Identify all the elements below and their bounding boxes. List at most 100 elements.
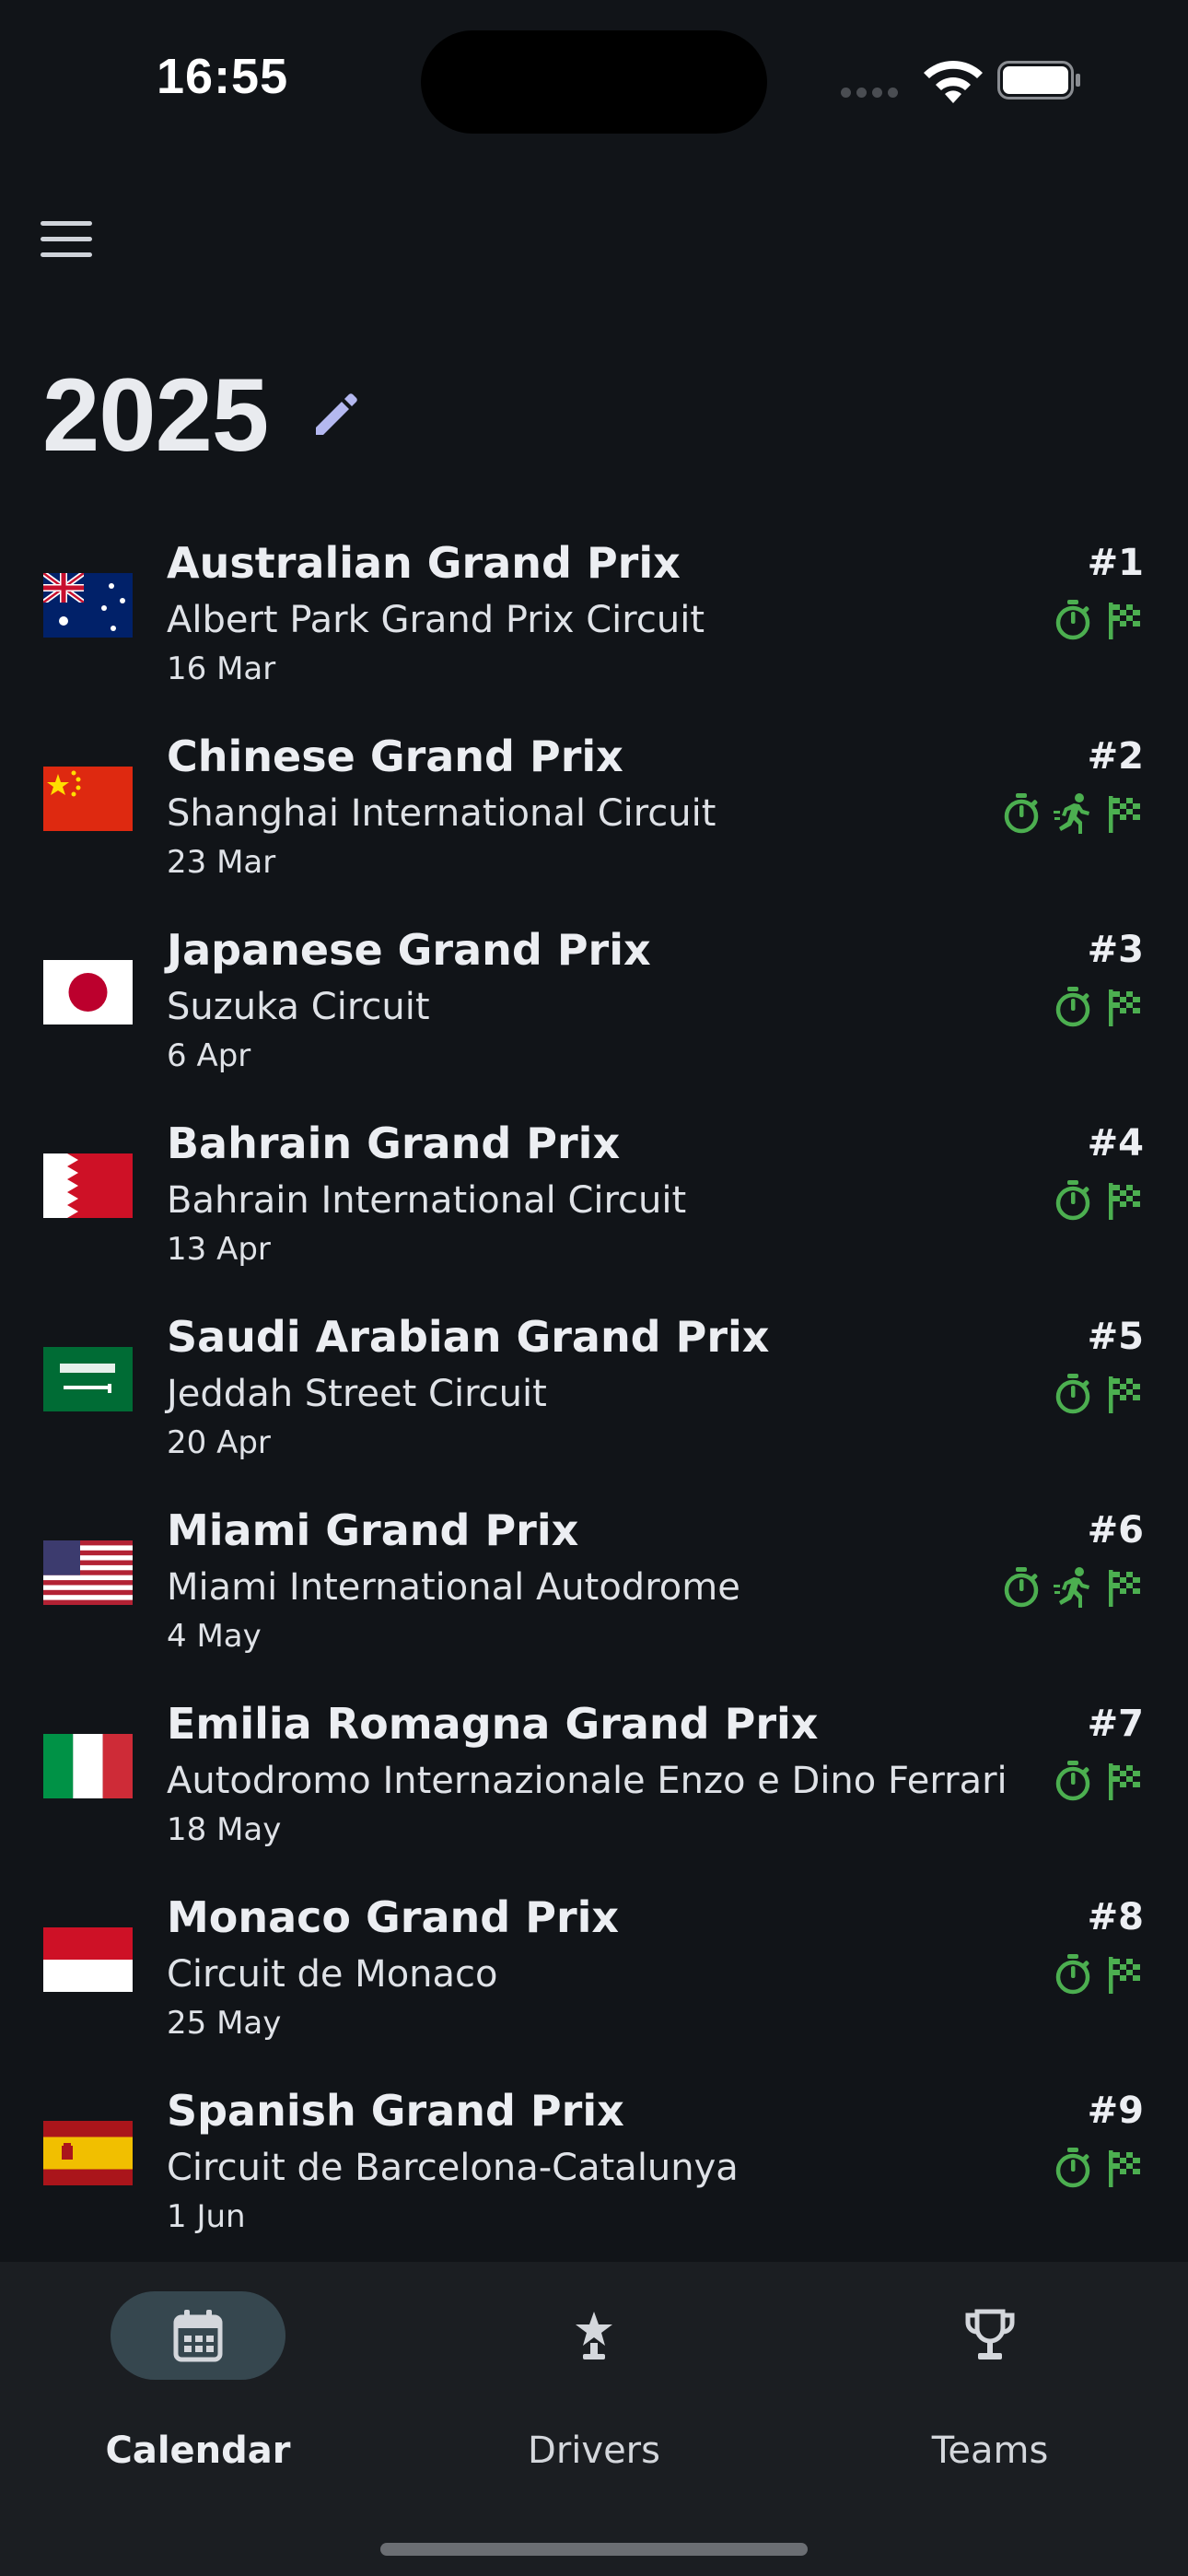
race-row[interactable]: Japanese Grand Prix Suzuka Circuit 6 Apr #3	[0, 912, 1188, 1106]
qualifying-stopwatch-icon	[1054, 986, 1092, 1032]
race-name: Miami Grand Prix	[167, 1505, 579, 1555]
race-flag-icon	[1105, 1373, 1144, 1419]
bahrain-flag-icon	[43, 1153, 133, 1218]
round-number: #4	[1087, 1122, 1144, 1165]
status-time: 16:55	[157, 49, 289, 104]
race-flag-icon	[1105, 1953, 1144, 1999]
race-date: 6 Apr	[167, 1037, 251, 1074]
session-icons	[1054, 1953, 1144, 1999]
qualifying-stopwatch-icon	[1054, 2147, 1092, 2193]
session-icons	[1054, 2147, 1144, 2193]
race-name: Monaco Grand Prix	[167, 1892, 620, 1942]
nav-teams[interactable]: Teams	[838, 2262, 1142, 2492]
trophy-icon	[965, 2309, 1015, 2359]
race-date: 13 Apr	[167, 1231, 271, 1268]
bottom-navigation: Calendar Drivers Teams	[0, 2262, 1188, 2576]
round-number: #5	[1087, 1316, 1144, 1358]
china-flag-icon	[43, 767, 133, 831]
battery-icon	[997, 61, 1080, 100]
race-date: 1 Jun	[167, 2198, 246, 2235]
calendar-icon	[173, 2310, 223, 2362]
round-number: #9	[1087, 2090, 1144, 2132]
round-number: #1	[1087, 542, 1144, 584]
race-name: Saudi Arabian Grand Prix	[167, 1312, 770, 1362]
race-row[interactable]: Australian Grand Prix Albert Park Grand P…	[0, 525, 1188, 719]
sprint-runner-icon	[1054, 1566, 1092, 1612]
race-flag-icon	[1105, 2147, 1144, 2193]
round-number: #2	[1087, 735, 1144, 778]
saudi-arabia-flag-icon	[43, 1347, 133, 1411]
italy-flag-icon	[43, 1734, 133, 1798]
driver-star-icon	[576, 2312, 612, 2359]
session-icons	[1054, 599, 1144, 645]
race-row[interactable]: Saudi Arabian Grand Prix Jeddah Street Ci…	[0, 1299, 1188, 1493]
circuit-name: Suzuka Circuit	[167, 986, 430, 1028]
session-icons	[1054, 1373, 1144, 1419]
race-row[interactable]: Emilia Romagna Grand Prix Autodromo Inter…	[0, 1686, 1188, 1879]
race-flag-icon	[1105, 599, 1144, 645]
wifi-icon	[924, 61, 983, 103]
race-date: 20 Apr	[167, 1424, 271, 1461]
round-number: #8	[1087, 1896, 1144, 1938]
cellular-signal-icon	[841, 84, 905, 98]
year-header: 2025	[42, 355, 364, 474]
circuit-name: Autodromo Internazionale Enzo e Dino Fer…	[167, 1760, 1007, 1802]
circuit-name: Bahrain International Circuit	[167, 1179, 687, 1222]
race-name: Spanish Grand Prix	[167, 2086, 624, 2136]
spain-flag-icon	[43, 2121, 133, 2185]
race-flag-icon	[1105, 792, 1144, 838]
qualifying-stopwatch-icon	[1054, 599, 1092, 645]
race-flag-icon	[1105, 1760, 1144, 1806]
session-icons	[1002, 792, 1144, 838]
circuit-name: Circuit de Barcelona-Catalunya	[167, 2147, 739, 2189]
round-number: #6	[1087, 1509, 1144, 1551]
sprint-runner-icon	[1054, 792, 1092, 838]
circuit-name: Circuit de Monaco	[167, 1953, 498, 1996]
race-name: Japanese Grand Prix	[167, 925, 651, 975]
session-icons	[1054, 986, 1144, 1032]
race-date: 16 Mar	[167, 650, 276, 687]
usa-flag-icon	[43, 1540, 133, 1605]
race-name: Bahrain Grand Prix	[167, 1118, 621, 1168]
race-row[interactable]: Chinese Grand Prix Shanghai International…	[0, 719, 1188, 912]
race-date: 23 Mar	[167, 844, 276, 881]
race-date: 25 May	[167, 2005, 282, 2042]
race-row[interactable]: Monaco Grand Prix Circuit de Monaco 25 May…	[0, 1879, 1188, 2073]
qualifying-stopwatch-icon	[1054, 1373, 1092, 1419]
qualifying-stopwatch-icon	[1054, 1953, 1092, 1999]
australia-flag-icon	[43, 573, 133, 638]
nav-calendar[interactable]: Calendar	[46, 2262, 350, 2492]
race-date: 18 May	[167, 1811, 282, 1848]
race-row[interactable]: Bahrain Grand Prix Bahrain International …	[0, 1106, 1188, 1299]
circuit-name: Shanghai International Circuit	[167, 792, 716, 835]
race-flag-icon	[1105, 1179, 1144, 1225]
circuit-name: Jeddah Street Circuit	[167, 1373, 547, 1415]
race-name: Australian Grand Prix	[167, 538, 681, 588]
circuit-name: Miami International Autodrome	[167, 1566, 740, 1609]
menu-icon[interactable]	[41, 221, 92, 260]
nav-label-drivers: Drivers	[528, 2430, 660, 2472]
round-number: #3	[1087, 929, 1144, 971]
dynamic-island	[421, 30, 767, 134]
season-year: 2025	[42, 357, 269, 473]
nav-label-teams: Teams	[931, 2430, 1049, 2472]
race-flag-icon	[1105, 1566, 1144, 1612]
nav-label-calendar: Calendar	[105, 2430, 291, 2472]
race-row[interactable]: Spanish Grand Prix Circuit de Barcelona-C…	[0, 2073, 1188, 2266]
qualifying-stopwatch-icon	[1002, 1566, 1041, 1612]
race-name: Emilia Romagna Grand Prix	[167, 1699, 819, 1749]
nav-drivers[interactable]: Drivers	[442, 2262, 746, 2492]
session-icons	[1054, 1179, 1144, 1225]
race-date: 4 May	[167, 1618, 262, 1655]
session-icons	[1002, 1566, 1144, 1612]
race-flag-icon	[1105, 986, 1144, 1032]
qualifying-stopwatch-icon	[1054, 1179, 1092, 1225]
qualifying-stopwatch-icon	[1054, 1760, 1092, 1806]
japan-flag-icon	[43, 960, 133, 1025]
qualifying-stopwatch-icon	[1002, 792, 1041, 838]
race-row[interactable]: Miami Grand Prix Miami International Auto…	[0, 1493, 1188, 1686]
status-bar: 16:55	[0, 0, 1188, 147]
race-name: Chinese Grand Prix	[167, 732, 623, 781]
edit-pencil-icon[interactable]	[309, 387, 364, 442]
race-list: Australian Grand Prix Albert Park Grand P…	[0, 525, 1188, 2266]
